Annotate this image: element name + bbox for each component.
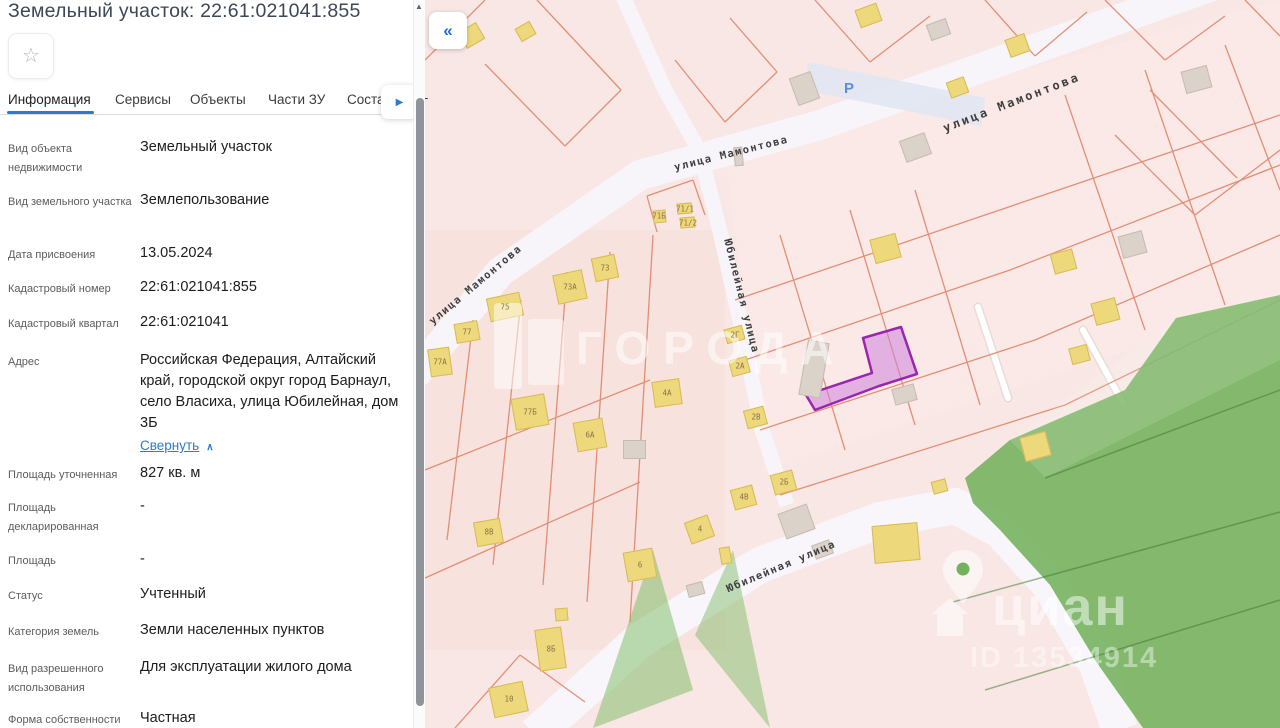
map-canvas[interactable]: ГОРОДА 75 73А 73 77 77А 77Б 71Б 71/1 71/…	[425, 0, 1280, 728]
field-value: -	[140, 551, 145, 567]
field-value: 13.05.2024	[140, 245, 213, 261]
tab-structure[interactable]: Соста	[347, 92, 385, 107]
building-label: 2А	[735, 361, 745, 371]
tab-information[interactable]: Информация	[8, 92, 91, 107]
tabs-divider	[0, 114, 425, 115]
building-label: 8Б	[546, 644, 556, 654]
field-label: Форма собственности	[8, 714, 121, 726]
building-label: 77А	[433, 357, 447, 367]
star-icon: ☆	[22, 45, 40, 67]
building-label: 71/2	[678, 218, 698, 228]
field-value: Земельный участок	[140, 139, 272, 155]
field-value: 827 кв. м	[140, 465, 201, 481]
building	[623, 440, 646, 459]
field-label: Вид разрешенного использования	[8, 663, 104, 695]
chevron-up-icon: ∧	[206, 442, 214, 453]
building	[554, 607, 569, 622]
building-label: 75	[500, 302, 510, 312]
brand-watermark-text: циан	[992, 577, 1130, 637]
tab-objects[interactable]: Объекты	[190, 92, 246, 107]
building-label: 4В	[739, 492, 749, 502]
building-label: 10	[504, 694, 514, 704]
provider-logo-block	[528, 319, 564, 385]
brand-watermark-id: ID 13534914	[970, 642, 1159, 674]
field-value: Российская Федерация, Алтайский край, го…	[140, 352, 399, 432]
parking-label: Р	[844, 80, 855, 97]
parcel-info-panel: Земельный участок: 22:61:021041:855 ☆ Ин…	[0, 0, 428, 728]
building-label: 6	[637, 560, 643, 570]
collapse-address-link[interactable]: Свернуть ∧	[140, 438, 214, 453]
field-value: 22:61:021041:855	[140, 279, 257, 295]
provider-logo-block	[494, 303, 522, 389]
field-label: Вид объекта недвижимости	[8, 143, 83, 175]
field-value: Землепользование	[140, 192, 270, 208]
building-label: 8В	[484, 527, 494, 537]
field-label: Кадастровый квартал	[8, 318, 119, 330]
building-label: 6А	[585, 430, 595, 440]
field-label: Кадастровый номер	[8, 283, 111, 295]
collapse-panel-button[interactable]: «	[429, 12, 467, 49]
field-value: 22:61:021041	[140, 314, 229, 330]
panel-scrollbar[interactable]: ▲	[413, 0, 425, 728]
tab-services[interactable]: Сервисы	[115, 92, 171, 107]
building-label: 73	[600, 263, 610, 273]
field-label: Категория земель	[8, 626, 99, 638]
building-label: 71/1	[675, 204, 695, 214]
field-value: Учтенный	[140, 586, 206, 602]
building-label: 77	[462, 327, 472, 337]
field-label: Статус	[8, 590, 43, 602]
chevron-right-icon: ▶	[395, 96, 404, 108]
building	[871, 522, 921, 564]
tab-parts[interactable]: Части ЗУ	[268, 92, 325, 107]
page-title: Земельный участок: 22:61:021041:855	[8, 0, 361, 22]
building-label: 2В	[751, 412, 761, 422]
field-value: -	[140, 498, 145, 514]
scroll-up-icon[interactable]: ▲	[414, 2, 424, 11]
building-label: 2Г	[730, 330, 740, 340]
building-label: 4	[697, 524, 703, 534]
field-value: Для эксплуатации жилого дома	[140, 659, 352, 675]
building-label: 77Б	[523, 407, 537, 417]
field-label: Адрес	[8, 356, 40, 368]
cadastral-viewer: Земельный участок: 22:61:021041:855 ☆ Ин…	[0, 0, 1280, 728]
field-label: Вид земельного участка	[8, 196, 132, 208]
building-label: 73А	[563, 282, 577, 292]
pin-house-icon	[932, 550, 983, 636]
building-label: 71Б	[652, 211, 666, 221]
provider-watermark-text: ГОРОДА	[576, 322, 847, 374]
chevrons-left-icon: «	[443, 20, 453, 40]
field-value: Земли населенных пунктов	[140, 622, 325, 638]
panel-scrollbar-thumb[interactable]	[415, 98, 424, 706]
favorite-button[interactable]: ☆	[8, 33, 54, 79]
field-label: Площадь	[8, 555, 56, 567]
field-label: Площадь уточненная	[8, 469, 118, 481]
field-label: Площадь декларированная	[8, 502, 99, 534]
field-value: Частная	[140, 710, 196, 726]
building-label: 2Б	[779, 477, 789, 487]
field-label: Дата присвоения	[8, 249, 96, 261]
collapse-address-label: Свернуть	[140, 438, 200, 453]
building-label: 4А	[662, 388, 672, 398]
